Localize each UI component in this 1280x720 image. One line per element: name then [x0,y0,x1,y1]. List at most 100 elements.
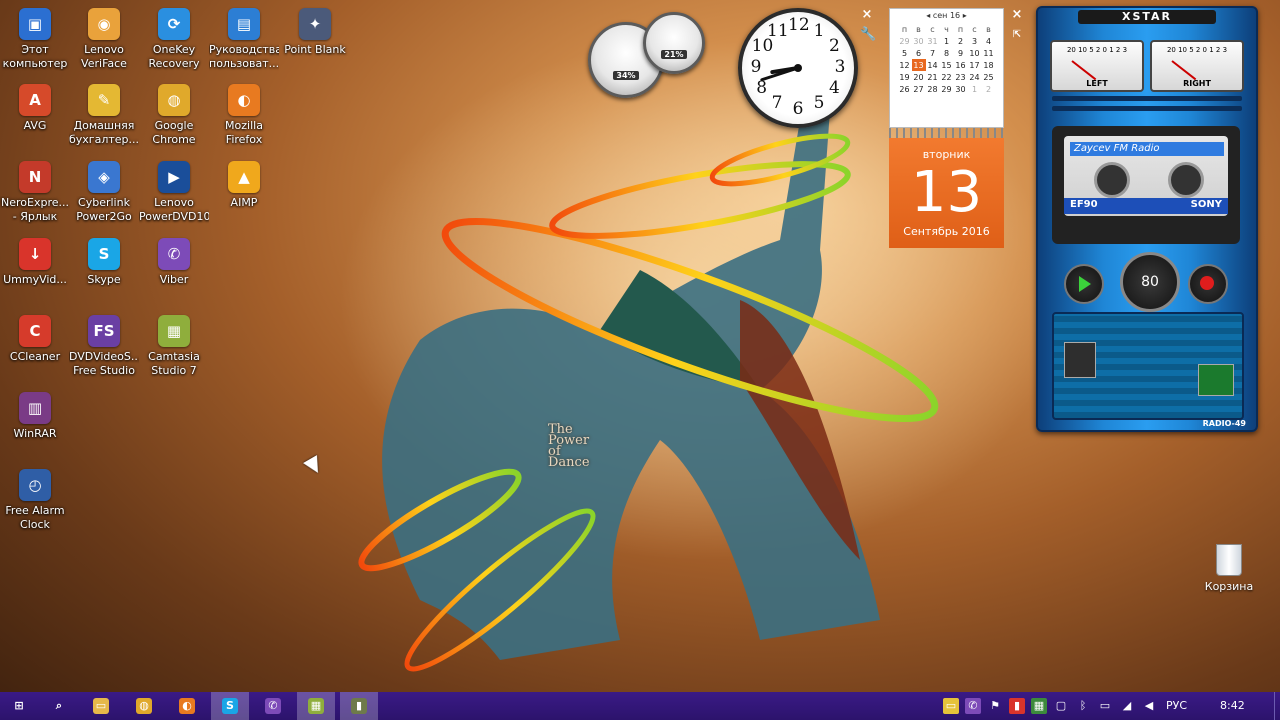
viber-icon: ✆ [158,238,190,270]
calendar-close-icon[interactable]: × [1010,8,1024,22]
taskbar-viber[interactable]: ✆ [254,692,292,720]
desktop-icon-ummy-video[interactable]: ↓ UmmyVid... [0,234,70,306]
taskbar-file-explorer[interactable]: ▭ [82,692,120,720]
next-month-icon[interactable]: ▸ [963,11,967,20]
desktop-icon-winrar[interactable]: ▥ WinRAR [0,388,70,460]
network-icon[interactable]: ◢ [1119,698,1135,714]
calendar-day-cell[interactable]: 1 [968,83,982,95]
desktop-icon-lenovo-veriface[interactable]: ◉ Lenovo VeriFace [69,4,139,76]
desktop-icon-this-pc[interactable]: ▣ Этот компьютер [0,4,70,76]
calendar-day-cell[interactable]: 15 [940,59,954,71]
desktop-icon-dvdvideosoft[interactable]: FS DVDVideoS... Free Studio [69,311,139,383]
icon-label: Camtasia Studio 7 [148,350,200,377]
calendar-day-cell[interactable]: 29 [940,83,954,95]
tray-app-icon[interactable]: ▦ [1031,698,1047,714]
taskbar-camtasia[interactable]: ▦ [297,692,335,720]
calendar-day-cell[interactable]: 6 [912,47,926,59]
calendar-weekday-header: с [972,24,977,34]
calendar-day-cell[interactable]: 4 [982,35,996,47]
radio-gadget[interactable]: XSTAR 20 10 5 2 0 1 2 3 LEFT 20 10 5 2 0… [1036,6,1258,432]
calendar-day-cell[interactable]: 17 [968,59,982,71]
tray-antivirus-icon[interactable]: ▮ [1009,698,1025,714]
taskbar-firefox[interactable]: ◐ [168,692,206,720]
calendar-day-cell[interactable]: 30 [912,35,926,47]
calendar-day-cell[interactable]: 14 [926,59,940,71]
desktop-icon-viber[interactable]: ✆ Viber [139,234,209,306]
desktop-icon-avg[interactable]: A AVG [0,80,70,152]
desktop-icon-onekey-recovery[interactable]: ⟳ OneKey Recovery [139,4,209,76]
clock-close-icon[interactable]: × [860,8,874,22]
calendar-day-cell[interactable]: 30 [954,83,968,95]
volume-knob[interactable]: 80 [1120,252,1180,312]
taskbar-recorder[interactable]: ▮ [340,692,378,720]
calendar-day-cell[interactable]: 22 [940,71,954,83]
calendar-day-cell[interactable]: 8 [940,47,954,59]
play-button[interactable] [1064,264,1104,304]
desktop-icon-recycle-bin[interactable]: Корзина [1196,540,1262,593]
desktop-icon-cyberlink-power2go[interactable]: ◈ Cyberlink Power2Go [69,157,139,229]
calendar-day-cell[interactable]: 9 [954,47,968,59]
input-language[interactable]: РУС [1166,692,1187,720]
taskbar-skype[interactable]: S [211,692,249,720]
desktop-icon-mozilla-firefox[interactable]: ◐ Mozilla Firefox [209,80,279,152]
desktop-icon-home-accounting[interactable]: ✎ Домашняя бухгалтер... [69,80,139,152]
taskbar-clock[interactable]: 8:42 [1220,692,1245,720]
record-button[interactable] [1188,264,1228,304]
calendar-day-cell[interactable]: 16 [954,59,968,71]
calendar-day-cell[interactable]: 29 [898,35,912,47]
calendar-day-cell[interactable]: 26 [898,83,912,95]
desktop-icon-camtasia[interactable]: ▦ Camtasia Studio 7 [139,311,209,383]
calendar-day-cell[interactable]: 11 [982,47,996,59]
desktop-icon-point-blank[interactable]: ✦ Point Blank [280,4,350,76]
calendar-day-cell[interactable]: 18 [982,59,996,71]
calendar-day-cell[interactable]: 5 [898,47,912,59]
ram-gauge[interactable]: 21% [643,12,705,74]
calendar-day-cell[interactable]: 12 [898,59,912,71]
calendar-day-cell[interactable]: 10 [968,47,982,59]
calendar-gadget[interactable]: ◂ сен 16 ▸ п в с ч п с в 29 30 31 1 2 3 4 5 6 7 8 9 10 11 12 1… [889,8,1004,248]
bluetooth-icon[interactable]: ᛒ [1075,698,1091,714]
calendar-day-cell[interactable]: 28 [926,83,940,95]
desktop-icon-aimp[interactable]: ▲ AIMP [209,157,279,229]
calendar-day-cell[interactable]: 21 [926,71,940,83]
calendar-day-cell[interactable]: 7 [926,47,940,59]
prev-month-icon[interactable]: ◂ [926,11,930,20]
wrench-icon[interactable]: 🔧 [860,28,876,42]
calendar-day-cell[interactable]: 2 [954,35,968,47]
icon-label: Корзина [1204,580,1254,593]
calendar-day-cell[interactable]: 31 [926,35,940,47]
tray-note-icon[interactable]: ▭ [943,698,959,714]
tray-display-icon[interactable]: ▢ [1053,698,1069,714]
clock-gadget[interactable]: 12 1 2 3 4 5 6 7 8 9 10 11 [738,8,858,128]
icon-label: DVDVideoS... Free Studio [69,350,139,377]
calendar-day-cell[interactable]: 2 [982,83,996,95]
show-desktop-button[interactable] [1274,692,1280,720]
battery-icon[interactable]: ▭ [1097,698,1113,714]
desktop-icon-ccleaner[interactable]: C CCleaner [0,311,70,383]
desktop-icon-free-alarm-clock[interactable]: ◴ Free Alarm Clock [0,465,70,537]
desktop-icon-skype[interactable]: S Skype [69,234,139,306]
calendar-day-cell[interactable]: 20 [912,71,926,83]
desktop-icon-guides[interactable]: ▤ Руководства пользоват... [209,4,279,76]
resize-icon[interactable]: ⇱ [1010,28,1024,42]
calendar-day-cell[interactable]: 19 [898,71,912,83]
start-button[interactable]: ⊞ [0,692,38,720]
desktop-icon-nero-express[interactable]: N NeroExpre... - Ярлык [0,157,70,229]
chip-icon [1064,342,1096,378]
calendar-day-cell[interactable]: 3 [968,35,982,47]
calendar-day-cell[interactable]: 25 [982,71,996,83]
desktop-icon-google-chrome[interactable]: ◍ Google Chrome [139,80,209,152]
calendar-day-cell[interactable]: 1 [940,35,954,47]
taskbar-chrome[interactable]: ◍ [125,692,163,720]
desktop-icon-powerdvd[interactable]: ▶ Lenovo PowerDVD10 [139,157,209,229]
calendar-day-cell[interactable]: 27 [912,83,926,95]
calendar-day-cell[interactable]: 13 [911,59,926,71]
tray-viber-icon[interactable]: ✆ [965,698,981,714]
calendar-day-cell[interactable]: 24 [968,71,982,83]
icon-label: Lenovo VeriFace [81,43,127,70]
calendar-day-cell[interactable]: 23 [954,71,968,83]
taskbar-search-button[interactable]: ⌕ [40,692,78,720]
volume-icon[interactable]: ◀ [1141,698,1157,714]
tray-flag-icon[interactable]: ⚑ [987,698,1003,714]
icon-label: Руководства пользоват... [209,43,279,70]
